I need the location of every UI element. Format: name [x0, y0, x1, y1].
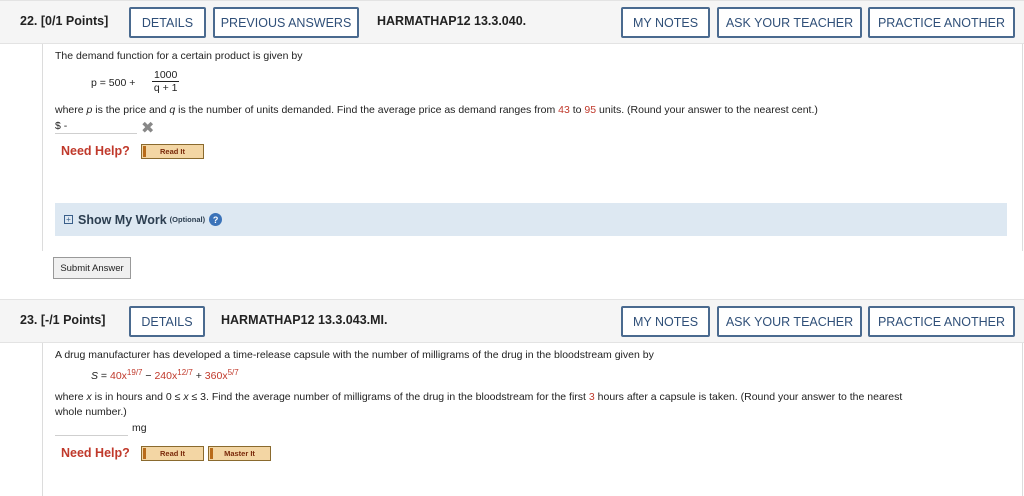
- q23-code: HARMATHAP12 13.3.043.MI.: [221, 313, 388, 327]
- q22-ask-teacher-button[interactable]: ASK YOUR TEACHER: [717, 7, 862, 38]
- q22-title: 22. [0/1 Points]: [20, 14, 109, 28]
- q22-where-text: where p is the price and q is the number…: [55, 104, 818, 116]
- q23-read-it-button[interactable]: Read It: [141, 446, 204, 461]
- q22-answer-prefix: $ -: [55, 120, 68, 132]
- q22-previous-answers-button[interactable]: PREVIOUS ANSWERS: [213, 7, 359, 38]
- q23-answer-input[interactable]: [55, 435, 128, 436]
- q22-need-help-label: Need Help?: [61, 144, 130, 158]
- q23-practice-another-button[interactable]: PRACTICE ANOTHER: [868, 306, 1015, 337]
- show-my-work-label: Show My Work: [78, 212, 167, 227]
- q23-body: [42, 343, 1023, 496]
- q22-fraction-numerator: 1000: [152, 69, 180, 82]
- q23-where-text-line2: whole number.): [55, 406, 127, 418]
- q22-code: HARMATHAP12 13.3.040.: [377, 14, 527, 28]
- q23-ask-teacher-button[interactable]: ASK YOUR TEACHER: [717, 306, 862, 337]
- q23-header: 23. [-/1 Points] DETAILS HARMATHAP12 13.…: [0, 299, 1024, 343]
- q22-equation-fraction: 1000 q + 1: [152, 69, 180, 95]
- q22-fraction-denominator: q + 1: [153, 82, 178, 94]
- q23-equation: S = 40x19/7 − 240x12/7 + 360x5/7: [91, 368, 239, 382]
- q22-show-my-work-bar[interactable]: + Show My Work (Optional) ?: [55, 203, 1007, 236]
- q22-details-button[interactable]: DETAILS: [129, 7, 206, 38]
- q23-intro: A drug manufacturer has developed a time…: [55, 349, 654, 361]
- q22-incorrect-x-icon: ✖: [141, 120, 155, 137]
- question-help-icon[interactable]: ?: [209, 213, 223, 226]
- q22-my-notes-button[interactable]: MY NOTES: [621, 7, 710, 38]
- q23-need-help-label: Need Help?: [61, 446, 130, 460]
- q23-title: 23. [-/1 Points]: [20, 313, 106, 327]
- q23-my-notes-button[interactable]: MY NOTES: [621, 306, 710, 337]
- q22-practice-another-button[interactable]: PRACTICE ANOTHER: [868, 7, 1015, 38]
- q23-unit-label: mg: [132, 422, 147, 434]
- q22-answer-input[interactable]: [55, 133, 137, 134]
- q22-equation-lhs: p = 500 +: [91, 77, 136, 89]
- q22-read-it-button[interactable]: Read It: [141, 144, 204, 159]
- q23-master-it-button[interactable]: Master It: [208, 446, 271, 461]
- q23-where-text: where x is in hours and 0 ≤ x ≤ 3. Find …: [55, 391, 903, 403]
- optional-label: (Optional): [169, 215, 206, 224]
- q22-submit-answer-button[interactable]: Submit Answer: [53, 257, 131, 279]
- q22-intro: The demand function for a certain produc…: [55, 50, 303, 62]
- q22-header: 22. [0/1 Points] DETAILS PREVIOUS ANSWER…: [0, 0, 1024, 44]
- q23-details-button[interactable]: DETAILS: [129, 306, 205, 337]
- expand-plus-icon: +: [64, 215, 73, 224]
